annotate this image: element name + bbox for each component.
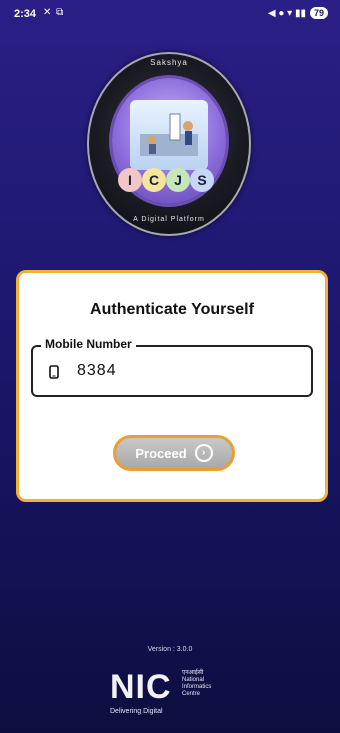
auth-card: Authenticate Yourself Mobile Number 8384…: [16, 270, 328, 502]
status-time: 2:34: [14, 8, 37, 20]
card-title: Authenticate Yourself: [90, 301, 254, 318]
logo-letter: S: [190, 168, 214, 192]
logo-bottom-text: A Digital Platform: [133, 216, 205, 223]
nic-hindi: एनआईसी: [182, 670, 204, 676]
proceed-button[interactable]: Proceed ›: [113, 435, 235, 471]
mobile-number-value[interactable]: 8384: [77, 362, 117, 380]
signal-icons: ◀ ● ▾ ▮▮: [267, 7, 306, 19]
icjs-letters: I C J S: [118, 168, 214, 192]
notification-icons: ✕ ⧉: [43, 7, 65, 18]
arrow-right-icon: ›: [194, 444, 213, 462]
nic-logo: NIC एनआईसी National Informatics Centre D…: [110, 658, 230, 715]
logo-illustration: [130, 100, 208, 170]
nic-org-name: एनआईसी National Informatics Centre: [182, 670, 211, 698]
logo-top-text: Sakshya: [150, 58, 188, 67]
mobile-number-field[interactable]: Mobile Number 8384: [31, 337, 313, 397]
nic-tagline: Delivering Digital: [110, 708, 163, 715]
logo-letter: C: [142, 168, 166, 192]
nic-acronym: NIC: [110, 668, 172, 706]
phone-icon: [49, 365, 59, 384]
proceed-label: Proceed: [135, 445, 187, 461]
version-text: Version : 3.0.0: [147, 646, 193, 653]
logo-letter: J: [166, 168, 190, 192]
status-bar: 2:34 ✕ ⧉ ◀ ● ▾ ▮▮ 79: [0, 0, 340, 28]
courtroom-illustration: [140, 113, 198, 156]
nic-line: Informatics: [182, 684, 212, 690]
logo-letter: I: [118, 168, 142, 192]
nic-line: Centre: [182, 691, 201, 697]
nic-line: National: [182, 677, 205, 683]
app-logo: Sakshya I C J S A Digital Platform: [84, 48, 254, 238]
battery-icon: 79: [309, 7, 328, 19]
mobile-number-label: Mobile Number: [41, 337, 136, 351]
system-icons: ◀ ● ▾ ▮▮ 79: [268, 7, 328, 19]
